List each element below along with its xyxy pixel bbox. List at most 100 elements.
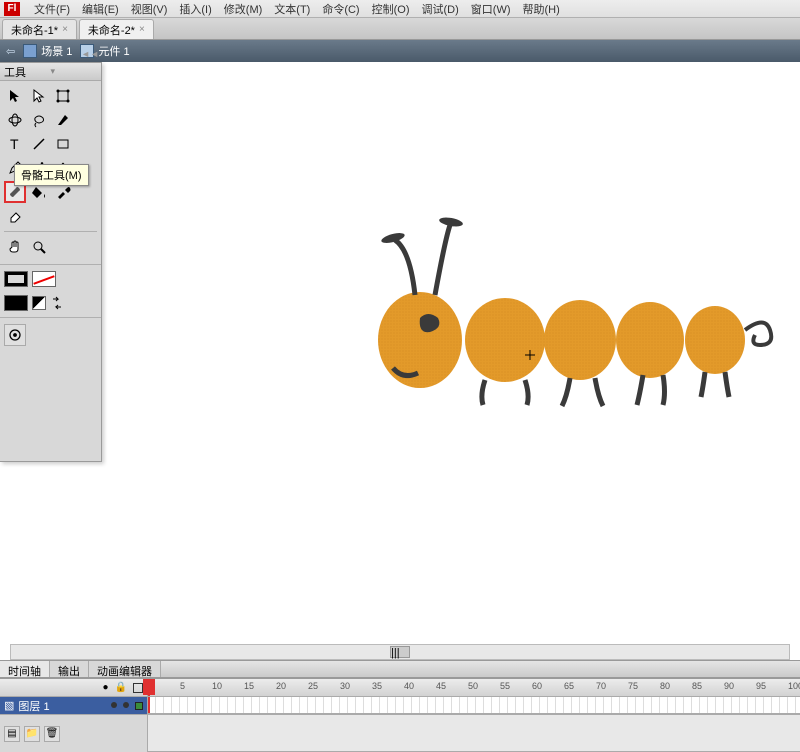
outline-column-icon[interactable] bbox=[133, 683, 143, 693]
ruler-tick: 70 bbox=[596, 681, 606, 691]
layer-lock-dot[interactable] bbox=[123, 702, 129, 708]
ruler-tick: 35 bbox=[372, 681, 382, 691]
edit-bar: ⇦ 场景 1 元件 1 bbox=[0, 40, 800, 62]
layer-outline-swatch[interactable] bbox=[135, 702, 143, 710]
scrollbar-thumb[interactable]: ||| bbox=[390, 646, 410, 658]
panel-collapse-icon[interactable]: ◄◄ bbox=[81, 49, 99, 59]
layer-row[interactable]: ▧ 图层 1 bbox=[0, 697, 148, 714]
menu-file[interactable]: 文件(F) bbox=[28, 1, 76, 17]
menu-insert[interactable]: 插入(I) bbox=[173, 1, 217, 17]
zoom-tool[interactable] bbox=[28, 236, 50, 258]
tools-panel-title: 工具 bbox=[4, 64, 51, 80]
document-tabs: 未命名-1* × 未命名-2* × bbox=[0, 18, 800, 40]
black-white-swatch[interactable] bbox=[32, 296, 46, 310]
breadcrumb-symbol-label: 元件 1 bbox=[98, 43, 129, 59]
ruler-tick: 50 bbox=[468, 681, 478, 691]
text-tool[interactable]: T bbox=[4, 133, 26, 155]
ruler-tick: 5 bbox=[180, 681, 185, 691]
tools-panel-header[interactable]: 工具 ▾ bbox=[0, 63, 101, 81]
timeline-panel: ● 🔒 151015202530354045505560657075808590… bbox=[0, 678, 800, 752]
rectangle-tool[interactable] bbox=[52, 133, 74, 155]
line-tool[interactable] bbox=[28, 133, 50, 155]
menu-view[interactable]: 视图(V) bbox=[125, 1, 174, 17]
tool-tooltip: 骨骼工具(M) bbox=[14, 164, 89, 186]
timeline-footer-track bbox=[148, 715, 800, 752]
layer-buttons: ▤ 📁 🗑 bbox=[0, 715, 148, 752]
caterpillar-artwork bbox=[375, 200, 785, 430]
ruler-tick: 100 bbox=[788, 681, 800, 691]
subselection-tool[interactable] bbox=[28, 85, 50, 107]
ruler-tick: 95 bbox=[756, 681, 766, 691]
menu-modify[interactable]: 修改(M) bbox=[218, 1, 269, 17]
layer-name-label: 图层 1 bbox=[18, 698, 49, 714]
lasso-tool[interactable] bbox=[28, 109, 50, 131]
horizontal-scrollbar[interactable]: ||| bbox=[10, 644, 790, 660]
lock-column-icon[interactable]: 🔒 bbox=[115, 682, 127, 693]
doc-tab-1-close-icon[interactable]: × bbox=[62, 24, 68, 35]
ruler-tick: 15 bbox=[244, 681, 254, 691]
layer-header-controls: ● 🔒 bbox=[0, 679, 148, 696]
svg-text:T: T bbox=[10, 136, 19, 152]
doc-tab-1-label: 未命名-1* bbox=[11, 22, 58, 38]
ruler-tick: 85 bbox=[692, 681, 702, 691]
pen-tool[interactable] bbox=[52, 109, 74, 131]
menu-control[interactable]: 控制(O) bbox=[366, 1, 416, 17]
tools-panel: ◄◄ 工具 ▾ T bbox=[0, 62, 102, 462]
menu-window[interactable]: 窗口(W) bbox=[465, 1, 517, 17]
breadcrumb-scene-label: 场景 1 bbox=[41, 43, 72, 59]
menu-help[interactable]: 帮助(H) bbox=[517, 1, 566, 17]
delete-layer-button[interactable]: 🗑 bbox=[44, 726, 60, 742]
back-arrow-icon[interactable]: ⇦ bbox=[6, 45, 15, 58]
hand-tool[interactable] bbox=[4, 236, 26, 258]
new-layer-button[interactable]: ▤ bbox=[4, 726, 20, 742]
swap-colors-icon[interactable] bbox=[50, 296, 64, 310]
fill-color-swatch[interactable] bbox=[4, 295, 28, 311]
ruler-tick: 10 bbox=[212, 681, 222, 691]
breadcrumb-scene[interactable]: 场景 1 bbox=[23, 43, 72, 59]
menu-commands[interactable]: 命令(C) bbox=[316, 1, 365, 17]
ruler-tick: 20 bbox=[276, 681, 286, 691]
ruler-tick: 90 bbox=[724, 681, 734, 691]
free-transform-tool[interactable] bbox=[52, 85, 74, 107]
layer-icon: ▧ bbox=[4, 699, 14, 712]
ruler-tick: 80 bbox=[660, 681, 670, 691]
layer-visibility-dot[interactable] bbox=[111, 702, 117, 708]
stroke-color-swatch[interactable] bbox=[4, 271, 28, 287]
timeline-ruler[interactable]: 1510152025303540455055606570758085909510… bbox=[148, 679, 800, 696]
selection-tool[interactable] bbox=[4, 85, 26, 107]
doc-tab-2[interactable]: 未命名-2* × bbox=[79, 19, 154, 39]
ruler-tick: 25 bbox=[308, 681, 318, 691]
ruler-tick: 40 bbox=[404, 681, 414, 691]
canvas-area bbox=[0, 62, 800, 644]
snap-option[interactable] bbox=[4, 324, 26, 346]
menu-debug[interactable]: 调试(D) bbox=[416, 1, 465, 17]
ruler-tick: 55 bbox=[500, 681, 510, 691]
ruler-tick: 30 bbox=[340, 681, 350, 691]
ruler-tick: 75 bbox=[628, 681, 638, 691]
panel-menu-icon[interactable]: ▾ bbox=[51, 66, 98, 77]
playhead-line[interactable] bbox=[148, 697, 150, 713]
3d-rotation-tool[interactable] bbox=[4, 109, 26, 131]
tab-motion-editor[interactable]: 动画编辑器 bbox=[89, 661, 161, 677]
stage[interactable] bbox=[110, 70, 800, 644]
color-swatches bbox=[0, 267, 101, 291]
eraser-tool[interactable] bbox=[4, 205, 26, 227]
frames-track[interactable] bbox=[148, 697, 800, 714]
ruler-tick: 65 bbox=[564, 681, 574, 691]
doc-tab-2-label: 未命名-2* bbox=[88, 22, 135, 38]
doc-tab-1[interactable]: 未命名-1* × bbox=[2, 19, 77, 39]
bottom-panel-tabs: 时间轴 输出 动画编辑器 bbox=[0, 660, 800, 678]
no-stroke-icon[interactable] bbox=[32, 271, 56, 287]
ruler-tick: 45 bbox=[436, 681, 446, 691]
new-folder-button[interactable]: 📁 bbox=[24, 726, 40, 742]
app-logo: Fl bbox=[4, 2, 20, 16]
tab-timeline[interactable]: 时间轴 bbox=[0, 661, 50, 677]
tab-output[interactable]: 输出 bbox=[50, 661, 89, 677]
ruler-tick: 60 bbox=[532, 681, 542, 691]
menu-bar: Fl 文件(F) 编辑(E) 视图(V) 插入(I) 修改(M) 文本(T) 命… bbox=[0, 0, 800, 18]
doc-tab-2-close-icon[interactable]: × bbox=[139, 24, 145, 35]
visibility-column-icon[interactable]: ● bbox=[103, 682, 109, 693]
menu-edit[interactable]: 编辑(E) bbox=[76, 1, 125, 17]
menu-text[interactable]: 文本(T) bbox=[268, 1, 316, 17]
scene-icon bbox=[23, 44, 37, 58]
